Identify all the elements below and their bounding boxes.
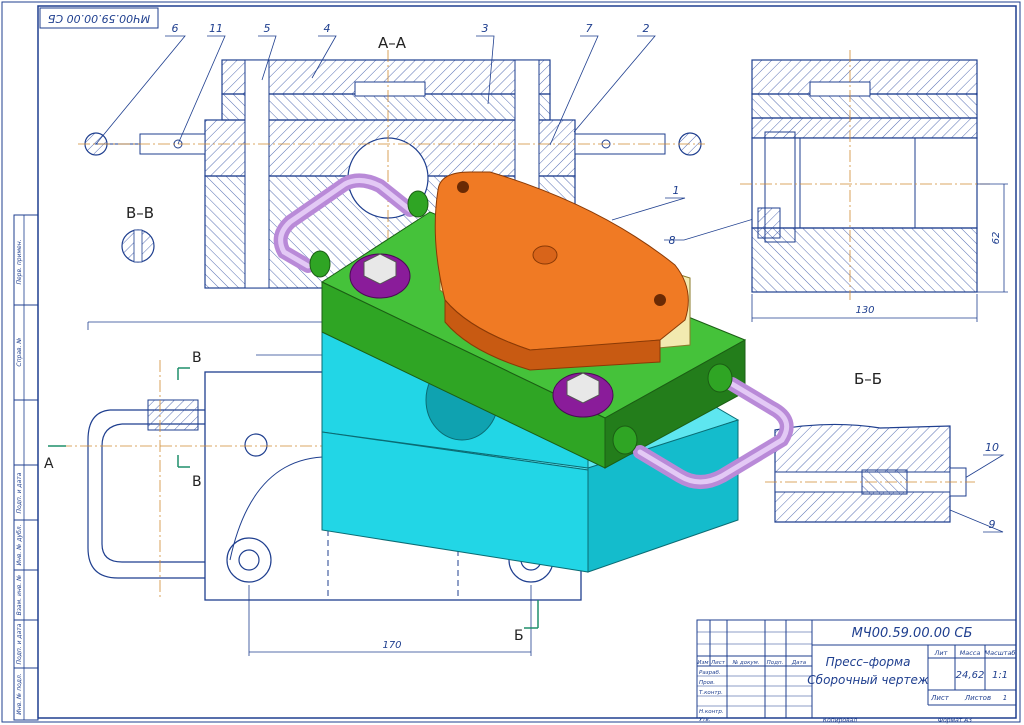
rev-header-3: Подп. [767,660,784,666]
side-strip-6: Инв. № подл. [16,673,23,714]
side-strip-1: Справ. № [16,337,23,366]
rotated-stamp: МЧ00.59.00.00 СБ [39,7,159,29]
callout-11: 11 [209,22,223,35]
callout-4: 4 [324,22,331,35]
callout-1: 1 [673,184,680,197]
rev-header-1: Лист [710,660,726,666]
section-vv-view: В–В [121,204,155,263]
title-block-name-2: Сборочный чертеж [807,673,929,687]
title-block-format: Формат А3 [938,717,972,724]
section-mark-b: Б [514,628,524,644]
assembly-drawing: МЧ00.59.00.00 СБ Перв. примен. Справ. № … [1,1,1021,724]
rev-header-4: Дата [791,660,807,666]
role-1: Пров. [699,680,715,686]
side-strip: Перв. примен. Справ. № Подп. и дата Инв.… [13,214,39,721]
side-strip-0: Перв. примен. [16,239,23,284]
role-0: Разраб. [699,670,721,676]
title-block-scale: 1:1 [992,670,1008,681]
role-2: Т.контр. [699,690,723,696]
dim-width: 130 [855,305,874,316]
callout-9: 9 [989,518,996,531]
title-block-copied: Копировал [823,717,857,724]
callout-2: 2 [643,22,650,35]
title-block-mass: 24,62 [956,670,985,681]
callout-7: 7 [586,22,593,35]
section-mark-a: А [44,456,54,472]
callout-5: 5 [264,22,271,35]
callout-10: 10 [985,441,999,454]
section-aa-label: А–А [378,34,407,52]
title-block-code: МЧ00.59.00.00 СБ [852,626,973,641]
section-bb-view: Б–Б [765,370,975,523]
title-block-col-lit: Лит [934,649,948,657]
title-block-col-scale: Масштаб [985,649,1016,657]
side-strip-5: Подп. и дата [16,623,23,664]
callout-3: 3 [482,22,489,35]
section-vv-label: В–В [126,204,154,222]
rotated-stamp-text: МЧ00.59.00.00 СБ [48,12,150,25]
section-mark-v-bottom: В [192,474,202,490]
role-4: Н.контр. [699,709,724,715]
side-view: 130 62 [740,50,1008,322]
rev-header-0: Изм [697,660,708,666]
section-bb-label: Б–Б [854,370,882,388]
title-block-sheets: 1 [1003,694,1007,702]
dim-height: 62 [991,232,1002,245]
side-strip-2: Подп. и дата [16,472,23,513]
title-block-sheets-label: Листов [964,694,991,702]
role-5: Утв. [699,717,711,723]
section-mark-v-top: В [192,350,202,366]
side-strip-3: Инв. № дубл. [16,524,23,565]
title-block-col-mass: Масса [960,649,981,657]
rev-header-2: № докум. [731,660,759,666]
callout-8: 8 [669,234,676,247]
title-block-name-1: Пресс–форма [826,655,911,669]
callout-6: 6 [172,22,179,35]
dim-length: 170 [382,640,401,651]
title-block-sheet-label: Лист [930,694,950,702]
side-strip-4: Взам. инв. № [16,575,23,616]
